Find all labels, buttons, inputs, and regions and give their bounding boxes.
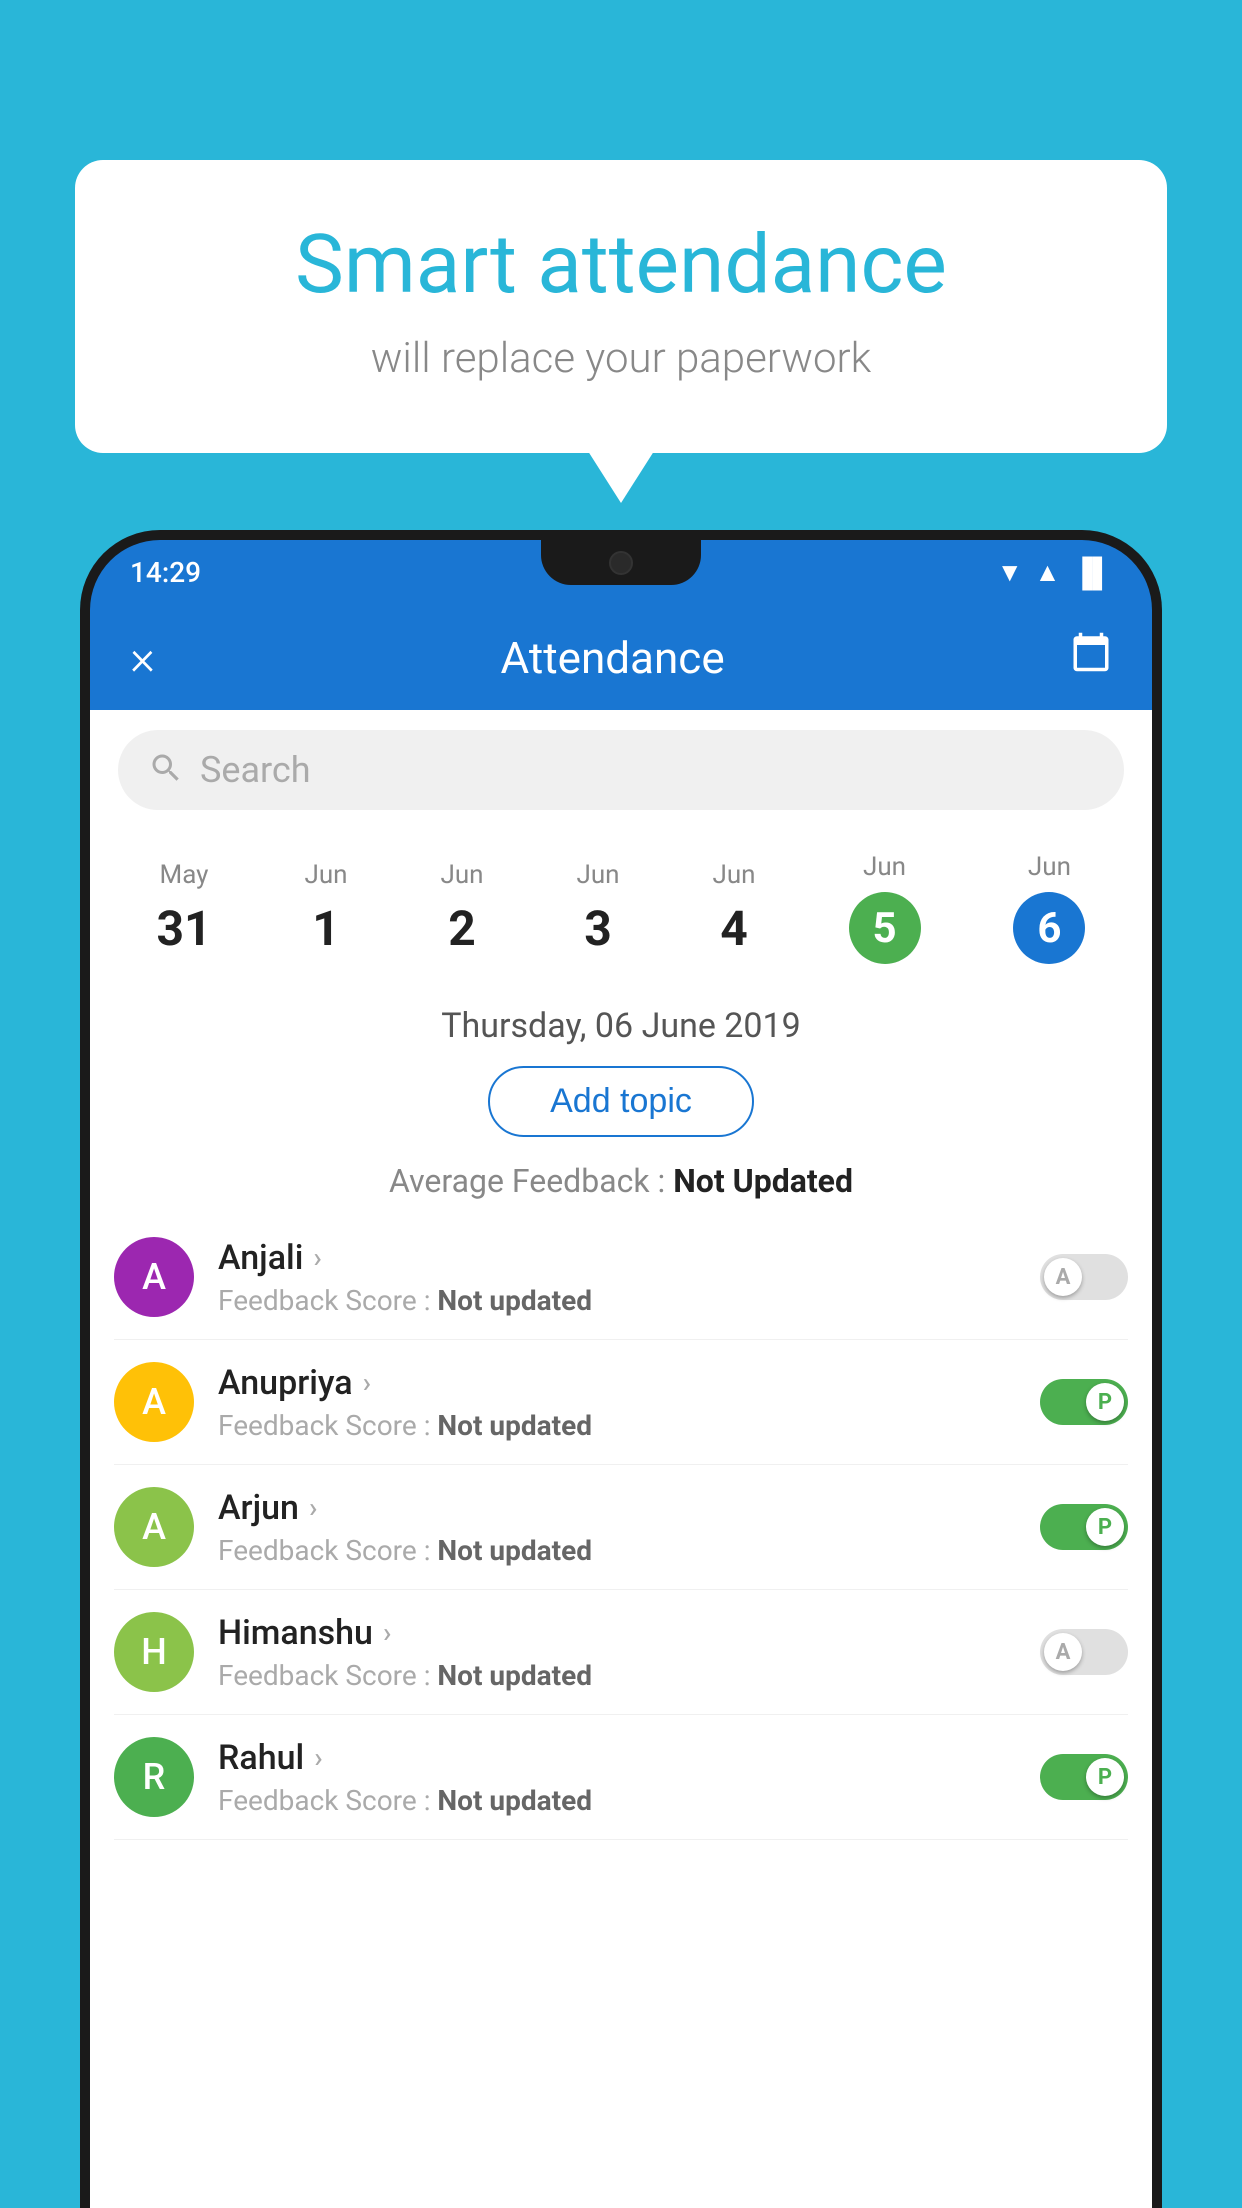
day-month: Jun: [1028, 852, 1071, 882]
student-avatar-3: H: [114, 1612, 194, 1692]
toggle-knob-3: A: [1044, 1633, 1082, 1671]
app-bar-title: Attendance: [500, 632, 724, 684]
screen-content: Search May 31 Jun 1 Jun 2 Jun 3 Jun 4 Jun 5 Jun 6 Thu…: [90, 710, 1152, 2208]
day-month: Jun: [441, 860, 484, 890]
attendance-toggle-2[interactable]: P: [1040, 1504, 1128, 1550]
search-icon: [148, 750, 184, 790]
day-number: 5: [849, 892, 921, 964]
speech-bubble-container: Smart attendance will replace your paper…: [75, 160, 1167, 453]
student-feedback-0: Feedback Score : Not updated: [218, 1284, 1016, 1317]
day-month: Jun: [713, 860, 756, 890]
day-month: Jun: [577, 860, 620, 890]
calendar-day-5[interactable]: Jun 5: [833, 840, 937, 976]
day-number: 6: [1013, 892, 1085, 964]
status-time: 14:29: [130, 556, 201, 589]
day-number: 2: [448, 900, 476, 957]
calendar-day-1[interactable]: Jun 1: [289, 848, 364, 969]
student-item-2[interactable]: A Arjun › Feedback Score : Not updated P: [114, 1465, 1128, 1590]
toggle-knob-0: A: [1044, 1258, 1082, 1296]
app-bar: × Attendance: [90, 605, 1152, 710]
student-avatar-1: A: [114, 1362, 194, 1442]
day-month: May: [160, 860, 209, 890]
add-topic-button[interactable]: Add topic: [488, 1066, 754, 1137]
speech-bubble: Smart attendance will replace your paper…: [75, 160, 1167, 453]
calendar-strip: May 31 Jun 1 Jun 2 Jun 3 Jun 4 Jun 5 Jun 6: [90, 830, 1152, 986]
day-number: 3: [584, 900, 612, 957]
attendance-toggle-1[interactable]: P: [1040, 1379, 1128, 1425]
front-camera: [609, 551, 633, 575]
calendar-day-0[interactable]: May 31: [140, 848, 227, 969]
calendar-day-6[interactable]: Jun 6: [997, 840, 1101, 976]
feedback-value: Not Updated: [673, 1162, 853, 1200]
student-feedback-3: Feedback Score : Not updated: [218, 1659, 1016, 1692]
calendar-day-3[interactable]: Jun 3: [561, 848, 636, 969]
phone-notch: [541, 540, 701, 585]
student-name-1: Anupriya ›: [218, 1363, 1016, 1403]
student-info-0: Anjali › Feedback Score : Not updated: [218, 1238, 1016, 1317]
attendance-toggle-3[interactable]: A: [1040, 1629, 1128, 1675]
toggle-container-2: P: [1040, 1504, 1128, 1550]
chevron-icon: ›: [309, 1491, 317, 1524]
day-number: 1: [312, 900, 340, 957]
student-info-4: Rahul › Feedback Score : Not updated: [218, 1738, 1016, 1817]
chevron-icon: ›: [314, 1741, 322, 1774]
toggle-container-0: A: [1040, 1254, 1128, 1300]
student-item-0[interactable]: A Anjali › Feedback Score : Not updated A: [114, 1215, 1128, 1340]
bubble-title: Smart attendance: [155, 220, 1087, 310]
phone-frame: 14:29 ▼ ▲ ▐▌ × Attendance: [80, 530, 1162, 2208]
student-item-1[interactable]: A Anupriya › Feedback Score : Not updated P: [114, 1340, 1128, 1465]
toggle-knob-1: P: [1086, 1383, 1124, 1421]
feedback-label: Average Feedback :: [389, 1162, 673, 1200]
student-info-3: Himanshu › Feedback Score : Not updated: [218, 1613, 1016, 1692]
feedback-summary: Average Feedback : Not Updated: [90, 1147, 1152, 1215]
student-name-3: Himanshu ›: [218, 1613, 1016, 1653]
toggle-container-3: A: [1040, 1629, 1128, 1675]
phone-inner: 14:29 ▼ ▲ ▐▌ × Attendance: [90, 540, 1152, 2208]
student-name-4: Rahul ›: [218, 1738, 1016, 1778]
status-icons: ▼ ▲ ▐▌: [997, 556, 1112, 589]
student-info-2: Arjun › Feedback Score : Not updated: [218, 1488, 1016, 1567]
day-number: 4: [720, 900, 748, 957]
calendar-day-4[interactable]: Jun 4: [697, 848, 772, 969]
day-month: Jun: [305, 860, 348, 890]
selected-date: Thursday, 06 June 2019: [90, 986, 1152, 1056]
day-number: 31: [156, 900, 211, 957]
day-month: Jun: [863, 852, 906, 882]
student-avatar-4: R: [114, 1737, 194, 1817]
student-feedback-1: Feedback Score : Not updated: [218, 1409, 1016, 1442]
chevron-icon: ›: [313, 1241, 321, 1274]
student-info-1: Anupriya › Feedback Score : Not updated: [218, 1363, 1016, 1442]
student-item-3[interactable]: H Himanshu › Feedback Score : Not updated A: [114, 1590, 1128, 1715]
toggle-knob-4: P: [1086, 1758, 1124, 1796]
calendar-icon[interactable]: [1070, 631, 1112, 684]
battery-icon: ▐▌: [1072, 556, 1112, 589]
toggle-container-1: P: [1040, 1379, 1128, 1425]
student-feedback-2: Feedback Score : Not updated: [218, 1534, 1016, 1567]
chevron-icon: ›: [383, 1616, 391, 1649]
chevron-icon: ›: [363, 1366, 371, 1399]
signal-icon: ▲: [1035, 557, 1061, 588]
toggle-knob-2: P: [1086, 1508, 1124, 1546]
calendar-day-2[interactable]: Jun 2: [425, 848, 500, 969]
student-item-4[interactable]: R Rahul › Feedback Score : Not updated P: [114, 1715, 1128, 1840]
search-bar[interactable]: Search: [118, 730, 1124, 810]
search-placeholder: Search: [200, 749, 311, 791]
wifi-icon: ▼: [997, 557, 1023, 588]
student-name-0: Anjali ›: [218, 1238, 1016, 1278]
attendance-toggle-0[interactable]: A: [1040, 1254, 1128, 1300]
close-button[interactable]: ×: [130, 629, 155, 686]
student-name-2: Arjun ›: [218, 1488, 1016, 1528]
attendance-toggle-4[interactable]: P: [1040, 1754, 1128, 1800]
student-avatar-2: A: [114, 1487, 194, 1567]
student-feedback-4: Feedback Score : Not updated: [218, 1784, 1016, 1817]
student-avatar-0: A: [114, 1237, 194, 1317]
student-list: AAnjali ›Feedback Score : Not updatedAAA…: [90, 1215, 1152, 1840]
bubble-subtitle: will replace your paperwork: [155, 334, 1087, 383]
toggle-container-4: P: [1040, 1754, 1128, 1800]
